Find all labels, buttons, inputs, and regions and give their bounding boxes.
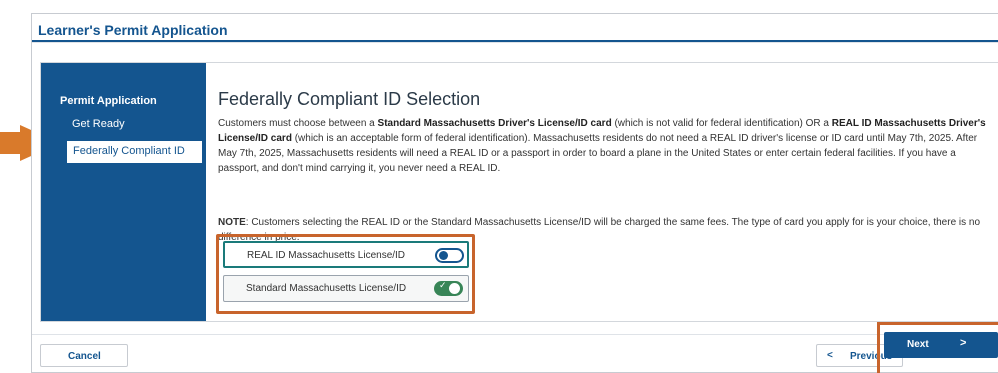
callout-arrow-tail [0,132,20,154]
app-title: Learner's Permit Application [38,22,228,38]
check-icon: ✓ [439,281,447,291]
standard-id-toggle[interactable]: ✓ [434,281,463,296]
standard-id-label: Standard Massachusetts License/ID [246,283,407,294]
content-area: Federally Compliant ID Selection Custome… [218,89,998,243]
toggle-knob [449,283,460,294]
next-callout-box: Next > [877,322,998,373]
cancel-label: Cancel [68,351,101,362]
id-type-toggle-group: REAL ID Massachusetts License/ID Standar… [216,234,475,314]
real-id-toggle[interactable] [435,248,464,263]
cancel-button[interactable]: Cancel [40,344,128,367]
real-id-label: REAL ID Massachusetts License/ID [247,250,406,261]
standard-id-option[interactable]: Standard Massachusetts License/ID ✓ [223,275,469,302]
description-paragraph: Customers must choose between a Standard… [218,118,986,174]
footer-divider [32,334,998,335]
note-label: NOTE [218,217,246,228]
chevron-left-icon: < [827,350,833,361]
sidebar-item-federally-compliant-id[interactable]: Federally Compliant ID [67,141,202,163]
sidebar-item-get-ready[interactable]: Get Ready [72,118,125,130]
title-divider-light [32,42,998,43]
main-panel: Permit Application Get Ready Federally C… [40,62,998,322]
sidebar-heading: Permit Application [60,95,157,107]
chevron-right-icon: > [960,337,967,349]
next-label: Next [907,339,929,350]
application-window: Learner's Permit Application Permit Appl… [31,13,998,373]
real-id-option[interactable]: REAL ID Massachusetts License/ID [223,241,469,268]
sidebar: Permit Application Get Ready Federally C… [41,63,206,321]
page-title: Federally Compliant ID Selection [218,89,481,109]
toggle-knob [439,251,448,260]
next-button[interactable]: Next > [884,332,998,358]
